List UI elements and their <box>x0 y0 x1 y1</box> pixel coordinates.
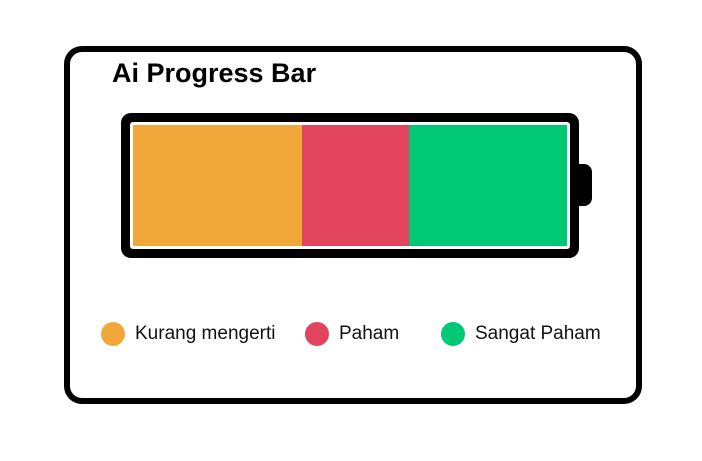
legend: Kurang mengerti Paham Sangat Paham <box>0 322 702 352</box>
battery-progress-bar <box>121 113 579 258</box>
battery-inner <box>130 122 570 249</box>
legend-item-kurang-mengerti: Kurang mengerti <box>101 322 275 346</box>
legend-item-paham: Paham <box>305 322 399 346</box>
progress-segment-paham <box>302 125 409 246</box>
battery-tip <box>570 164 592 206</box>
legend-dot-sangat-paham <box>441 322 465 346</box>
page-title: Ai Progress Bar <box>112 58 317 88</box>
legend-label: Kurang mengerti <box>135 323 276 344</box>
progress-segments <box>133 125 567 246</box>
legend-dot-kurang-mengerti <box>101 322 125 346</box>
legend-item-sangat-paham: Sangat Paham <box>441 322 601 346</box>
progress-segment-sangat-paham <box>408 125 567 246</box>
legend-label: Paham <box>339 323 400 344</box>
legend-dot-paham <box>305 322 329 346</box>
progress-segment-kurang-mengerti <box>133 125 303 246</box>
legend-label: Sangat Paham <box>475 323 601 344</box>
